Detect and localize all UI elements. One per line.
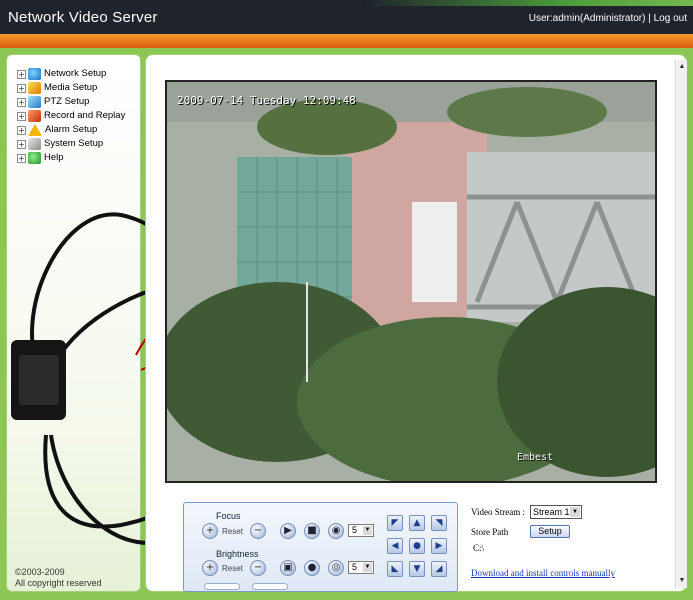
user-label: User:admin(Administrator) (528, 13, 646, 24)
slider-track-right[interactable] (252, 583, 288, 590)
copyright-years: ©2003-2009 (15, 567, 65, 577)
sidebar-item-label: System Setup (44, 138, 104, 149)
nav-tree: + Network Setup + Media Setup + PTZ Setu… (17, 67, 125, 165)
camera-scene (167, 82, 655, 481)
focus-plus-button[interactable]: + (202, 523, 218, 539)
sidebar-item-label: Network Setup (44, 68, 107, 79)
brightness-minus-button[interactable]: − (250, 560, 266, 576)
store-path-label: Store Path (471, 527, 509, 537)
brightness-plus-button[interactable]: + (202, 560, 218, 576)
pan-down-left-button[interactable]: ◣ (387, 561, 403, 577)
video-view[interactable]: 2009-07-14 Tuesday 12:09:48 Embest (165, 80, 657, 483)
user-separator: | (645, 13, 654, 24)
snapshot-button[interactable]: ▣ (280, 560, 296, 576)
sidebar-item-alarm-setup[interactable]: + Alarm Setup (17, 123, 125, 137)
zoom-out-icon[interactable]: ◎ (328, 560, 344, 576)
sidebar-item-network-setup[interactable]: + Network Setup (17, 67, 125, 81)
pan-up-button[interactable]: ▲ (409, 515, 425, 531)
pan-up-left-button[interactable]: ◤ (387, 515, 403, 531)
expand-icon[interactable]: + (17, 125, 26, 135)
pan-left-button[interactable]: ◀ (387, 538, 403, 554)
logout-link[interactable]: Log out (654, 13, 687, 24)
sidebar-item-record-replay[interactable]: + Record and Replay (17, 109, 125, 123)
pan-down-right-button[interactable]: ◢ (431, 561, 447, 577)
globe-icon (28, 68, 41, 80)
ptz-icon (28, 96, 41, 108)
sidebar: + Network Setup + Media Setup + PTZ Setu… (6, 54, 223, 592)
copyright-text: All copyright reserved (15, 578, 102, 588)
focus-reset-button[interactable]: Reset (222, 527, 243, 536)
video-stream-select[interactable]: Stream 1 (530, 505, 582, 519)
media-icon (28, 82, 41, 94)
alarm-icon (28, 124, 42, 136)
pan-right-button[interactable]: ▶ (431, 538, 447, 554)
system-icon (28, 138, 41, 150)
expand-icon[interactable]: + (17, 111, 26, 121)
sidebar-item-help[interactable]: + Help (17, 151, 125, 165)
pan-down-button[interactable]: ▼ (409, 561, 425, 577)
brightness-speed-select[interactable]: 5 (348, 561, 374, 574)
sidebar-item-label: Record and Replay (44, 110, 126, 121)
play-button[interactable]: ▶ (280, 523, 296, 539)
sidebar-item-label: Alarm Setup (45, 124, 98, 135)
expand-icon[interactable]: + (17, 97, 26, 107)
sidebar-item-label: Media Setup (44, 82, 98, 93)
app-title: Network Video Server (8, 9, 158, 26)
header-bar: Network Video Server User:admin(Administ… (0, 0, 693, 34)
zoom-icon[interactable]: ◉ (328, 523, 344, 539)
scroll-up-icon[interactable]: ▲ (677, 62, 687, 72)
sidebar-item-ptz-setup[interactable]: + PTZ Setup (17, 95, 125, 109)
record-button[interactable]: ● (304, 560, 320, 576)
header-accent-bar (0, 34, 693, 48)
sidebar-item-label: PTZ Setup (44, 96, 90, 107)
sidebar-item-media-setup[interactable]: + Media Setup (17, 81, 125, 95)
expand-icon[interactable]: + (17, 153, 26, 163)
pan-up-right-button[interactable]: ◥ (431, 515, 447, 531)
help-icon (28, 152, 41, 164)
video-watermark: Embest (517, 452, 554, 463)
slider-track-left[interactable] (204, 583, 240, 590)
sidebar-item-system-setup[interactable]: + System Setup (17, 137, 125, 151)
focus-minus-button[interactable]: − (250, 523, 266, 539)
vertical-scrollbar[interactable]: ▲ ▼ (675, 60, 687, 588)
user-info: User:admin(Administrator) | Log out (529, 13, 687, 24)
setup-button[interactable]: Setup (530, 525, 570, 538)
sidebar-item-label: Help (44, 152, 64, 163)
expand-icon[interactable]: + (17, 139, 26, 149)
copyright: ©2003-2009 All copyright reserved (15, 567, 102, 589)
record-icon (28, 110, 41, 122)
stop-button[interactable]: ■ (304, 523, 320, 539)
ptz-control-panel: Focus + Reset − ▶ ■ ◉ 5 Brightness + Res… (183, 502, 458, 592)
store-path-value: C:\ (473, 543, 485, 553)
focus-speed-select[interactable]: 5 (348, 524, 374, 537)
video-timestamp: 2009-07-14 Tuesday 12:09:48 (177, 94, 356, 107)
brightness-reset-button[interactable]: Reset (222, 564, 243, 573)
pan-center-button[interactable]: ● (409, 538, 425, 554)
header-decoration (363, 0, 693, 6)
download-controls-link[interactable]: Download and install controls manually (471, 568, 615, 578)
brightness-label: Brightness (216, 549, 259, 559)
expand-icon[interactable]: + (17, 83, 26, 93)
video-stream-label: Video Stream : (471, 507, 525, 517)
scroll-down-icon[interactable]: ▼ (677, 576, 687, 586)
expand-icon[interactable]: + (17, 69, 26, 79)
focus-label: Focus (216, 511, 241, 521)
